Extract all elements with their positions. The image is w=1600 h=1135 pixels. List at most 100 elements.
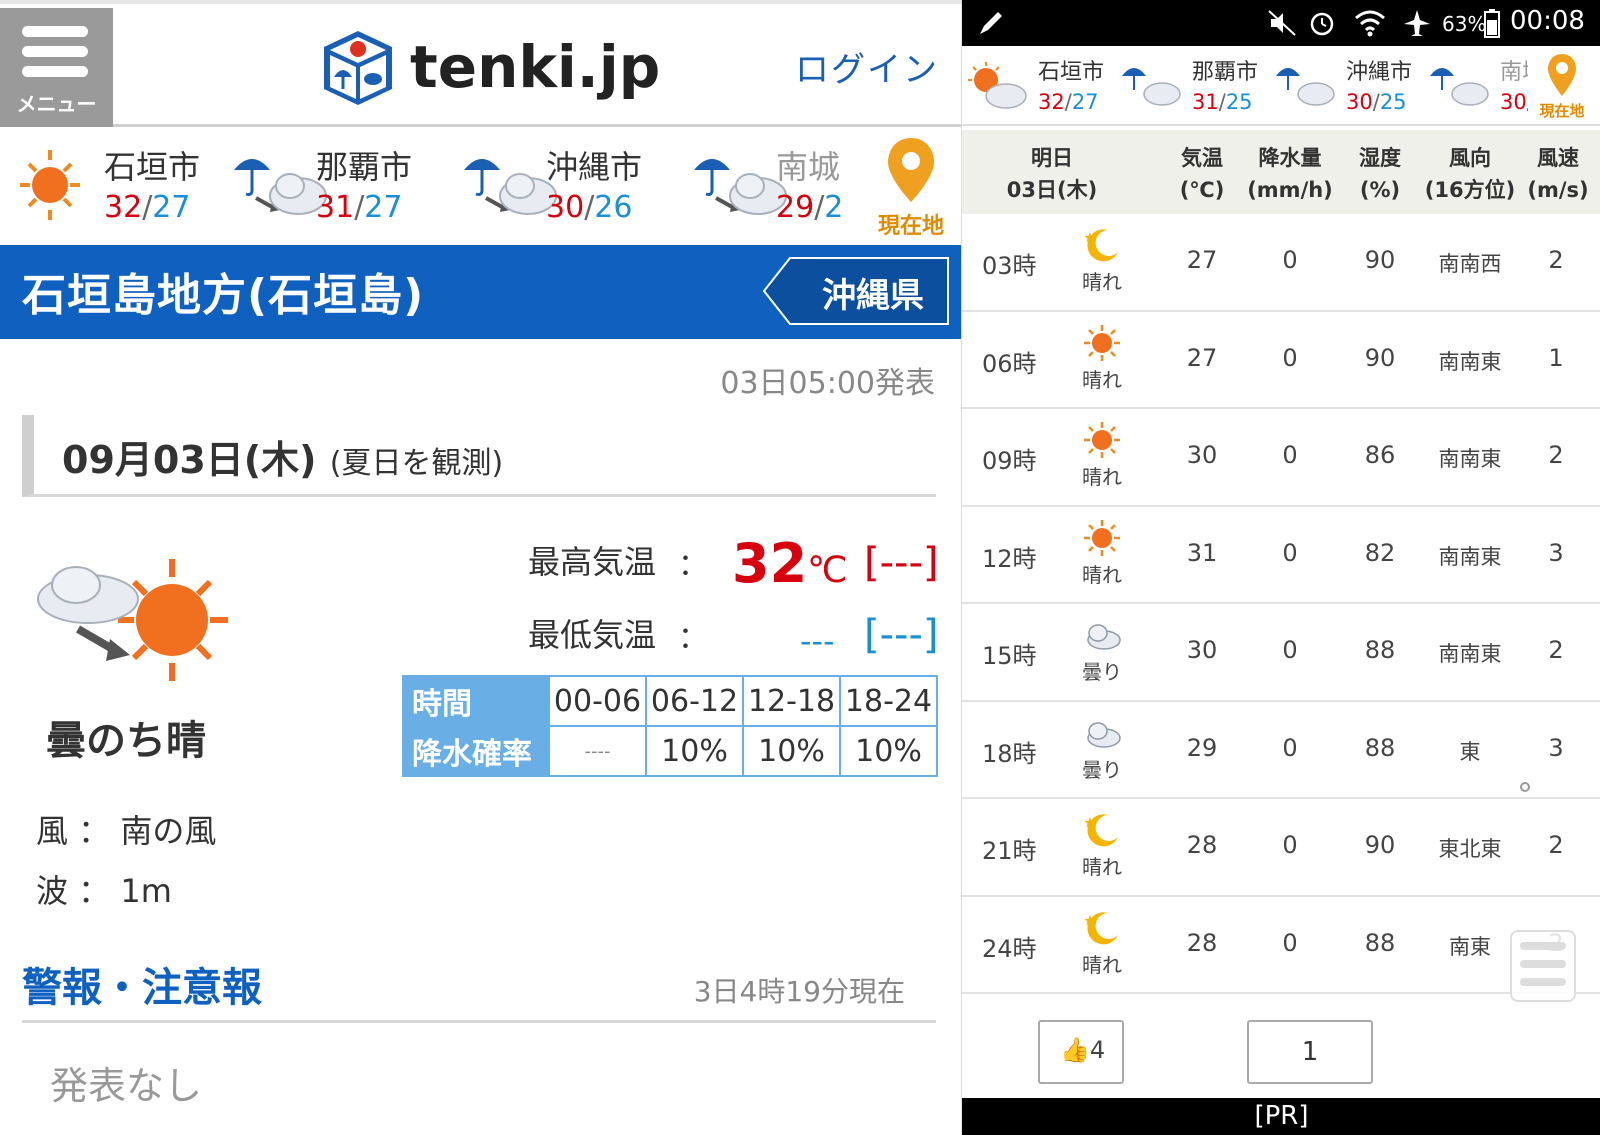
city-item[interactable]: 石垣市 32/27	[966, 46, 1116, 126]
left-pane: メニュー tenki.jp ログイン 石垣市 32/27 那覇市 31/27 沖…	[0, 0, 961, 1135]
table-row: 24時晴れ28088南東2	[962, 897, 1600, 994]
weather-cell: 晴れ	[1062, 324, 1142, 393]
humidity-cell: 90	[1364, 343, 1396, 372]
weather-text: 晴れ	[1082, 562, 1122, 587]
moon-icon	[1062, 811, 1142, 849]
table-row: 21時 晴れ 28 0 90 東北東 2	[962, 799, 1600, 897]
date-heading: 09月03日(木) (夏日を観測)	[22, 415, 936, 497]
precip-cell: 0	[1282, 343, 1298, 372]
like-button[interactable]: 👍4	[1038, 1020, 1124, 1084]
wind-speed-cell: 2	[1548, 441, 1564, 469]
humidity-cell: 82	[1364, 538, 1396, 567]
sun-icon	[1062, 519, 1142, 557]
city-name: 石垣市	[1038, 60, 1105, 85]
wind-direction-cell: 東	[1459, 739, 1481, 764]
airplane-icon	[1404, 10, 1430, 36]
prob-cell: 10%	[742, 725, 841, 777]
precip-column-header: 降水量 (mm/h)	[1247, 146, 1333, 202]
city-temp: 30/	[1500, 90, 1528, 114]
weather-cell: 晴れ	[1062, 811, 1142, 880]
cloudy-then-sunny-icon	[37, 559, 228, 681]
wind-speed-cell: 2	[1548, 246, 1564, 274]
logo-cube-icon	[324, 31, 392, 105]
wind-direction-cell: 東北東	[1438, 837, 1502, 861]
weather-text: 晴れ	[1082, 855, 1122, 879]
logo-text: tenki.jp	[410, 33, 661, 101]
pencil-icon	[980, 12, 1002, 34]
precip-cell: 0	[1282, 636, 1298, 664]
hour-cell: 06時	[982, 349, 1037, 378]
period-cell: 18-24	[839, 675, 938, 727]
region-bar: 石垣島地方(石垣島) 沖縄県	[0, 245, 961, 339]
weather-cell: 晴れ	[1062, 909, 1142, 978]
floating-menu-button[interactable]	[1510, 930, 1576, 1002]
moon-icon	[1062, 909, 1142, 947]
humidity-cell: 86	[1364, 441, 1396, 469]
divider	[22, 1020, 936, 1023]
humidity-cell: 88	[1364, 636, 1396, 664]
menu-button[interactable]: メニュー	[0, 8, 113, 127]
prefecture-label: 沖縄県	[822, 276, 924, 316]
temp-cell: 30	[1186, 441, 1218, 469]
forecast-date: 09月03日(木)	[62, 438, 317, 482]
wifi-icon	[1355, 10, 1385, 37]
table-row: 09時 晴れ 30 0 86 南南東 2	[962, 409, 1600, 507]
city-temp: 32/27	[1038, 90, 1099, 114]
city-name: 那覇市	[1192, 60, 1259, 85]
login-link[interactable]: ログイン	[795, 42, 939, 91]
table-row: 03時 晴れ 27 0 90 南南西 2	[962, 214, 1600, 312]
site-logo[interactable]: tenki.jp	[320, 26, 660, 108]
alert-none: 発表なし	[50, 1064, 203, 1108]
current-location-label: 現在地	[1539, 102, 1585, 120]
weather-text: 曇り	[1082, 660, 1122, 684]
city-item[interactable]: 那覇市 31/25	[1120, 46, 1270, 126]
city-name: 沖縄市	[546, 148, 643, 186]
current-location-button[interactable]: 現在地	[1527, 52, 1597, 122]
ad-banner[interactable]: [PR]	[962, 1098, 1600, 1135]
city-item[interactable]: 石垣市 32/27	[18, 130, 228, 244]
temp-cell: 30	[1186, 636, 1218, 664]
current-location-button[interactable]: 現在地	[866, 136, 956, 239]
wind-speed-cell: 3	[1548, 538, 1564, 567]
weather-label: 曇のち晴	[46, 718, 206, 764]
date-note: (夏日を観測)	[329, 446, 504, 481]
city-temp: 30/25	[1346, 90, 1407, 114]
table-header: 時間	[402, 675, 550, 727]
max-temp-label: 最高気温	[528, 543, 657, 581]
temp-cell: 28	[1186, 928, 1218, 957]
prefecture-button[interactable]: 沖縄県	[762, 256, 952, 326]
rain-then-cloudy-icon	[234, 159, 327, 215]
city-name: 那覇市	[316, 148, 413, 186]
city-temp: 29/2	[776, 190, 844, 225]
scroll-indicator	[1520, 782, 1530, 792]
temp-cell: 31	[1186, 538, 1218, 567]
colon: ：	[678, 621, 708, 656]
hamburger-icon	[22, 26, 88, 86]
prob-cell: 10%	[839, 725, 938, 777]
city-item[interactable]: 南城 29/2	[690, 130, 860, 244]
wind-speed-cell: 2	[1548, 831, 1564, 859]
rain-then-cloudy-icon	[694, 159, 787, 215]
city-item[interactable]: 沖縄市 30/26	[460, 130, 680, 244]
hourly-table-header: 明日 03日(木) 気温 (℃) 降水量 (mm/h) 湿度 (%) 風向 (16方位) …	[962, 130, 1600, 214]
alert-title: 警報・注意報	[22, 965, 262, 1011]
precip-cell: 0	[1282, 928, 1298, 957]
share-count-button[interactable]: 1	[1247, 1020, 1373, 1084]
humidity-cell: 88	[1364, 733, 1396, 762]
hour-cell: 03時	[982, 252, 1037, 280]
prob-cell: ----	[548, 725, 647, 777]
hourly-table: 03時 晴れ 27 0 90 南南西 2 06時 晴れ 27 0 90 南南東 1 09時 晴れ 30 0 86 南南…	[962, 214, 1600, 994]
weather-cell: 晴れ	[1062, 519, 1142, 588]
wind-direction-column-header: 風向 (16方位)	[1424, 146, 1516, 202]
wind-speed-cell: 2	[1548, 636, 1564, 664]
temp-cell: 27	[1186, 246, 1218, 274]
rain-then-cloudy-icon	[1430, 68, 1489, 106]
city-temp: 32/27	[104, 190, 191, 225]
city-temp: 31/27	[316, 190, 403, 225]
city-item[interactable]: 那覇市 31/27	[230, 130, 450, 244]
cloud-icon	[1062, 714, 1142, 752]
precip-cell: 0	[1282, 538, 1298, 567]
city-item[interactable]: 南城 30/	[1428, 46, 1528, 126]
city-item[interactable]: 沖縄市 30/25	[1274, 46, 1424, 126]
city-strip: 石垣市 32/27 那覇市 31/27 沖縄市 30/26 南城 29/2 現在…	[0, 130, 961, 244]
